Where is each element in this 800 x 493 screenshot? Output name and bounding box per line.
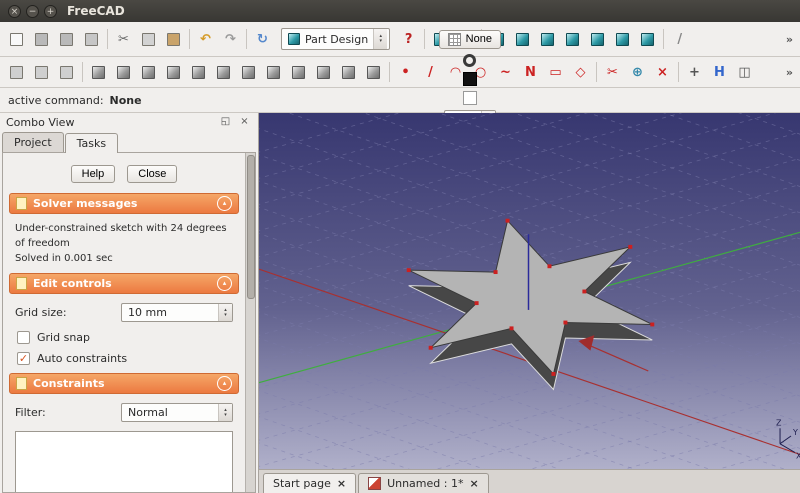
cut-icon[interactable]: ✂ — [111, 27, 136, 51]
edit-controls-header[interactable]: Edit controls ▴ — [9, 273, 239, 294]
grid-snap-checkbox[interactable] — [17, 331, 30, 344]
spinner-arrows-icon[interactable]: ▴▾ — [218, 304, 232, 321]
close-tab-icon[interactable]: × — [469, 477, 478, 490]
vertex-marker[interactable] — [628, 245, 632, 249]
save-document-icon[interactable] — [54, 27, 79, 51]
vertex-marker[interactable] — [510, 326, 514, 330]
fill-color-swatch[interactable] — [463, 91, 477, 105]
vertex-marker[interactable] — [650, 323, 654, 327]
toolbar-separator — [107, 29, 108, 49]
tab-project[interactable]: Project — [2, 132, 64, 152]
tab-tasks[interactable]: Tasks — [65, 133, 118, 153]
combo-view-panel: Combo View ◱ × Project Tasks Help Close … — [0, 113, 259, 493]
close-button[interactable]: Close — [127, 165, 177, 183]
spinner-arrows-icon[interactable]: ▴▾ — [218, 404, 232, 421]
active-command-label: active command: — [8, 94, 104, 107]
auto-constraints-checkbox[interactable]: ✓ — [17, 352, 30, 365]
filter-label: Filter: — [15, 406, 121, 419]
constraints-list[interactable] — [15, 431, 233, 493]
vertex-marker[interactable] — [506, 219, 510, 223]
toolbar-separator — [82, 62, 83, 82]
vertex-marker[interactable] — [407, 268, 411, 272]
collapse-section-icon[interactable]: ▴ — [217, 376, 232, 391]
grid-size-value: 10 mm — [128, 306, 218, 319]
map-sketch-icon[interactable] — [54, 60, 79, 84]
close-panel-icon[interactable]: × — [237, 115, 252, 130]
close-tab-icon[interactable]: × — [337, 477, 346, 490]
tab-unnamed-document[interactable]: Unnamed : 1* × — [358, 473, 489, 493]
axis-x-label: X — [796, 451, 800, 460]
tab-label: Unnamed : 1* — [387, 477, 463, 490]
axis-z-label: Z — [776, 418, 782, 427]
active-command-value: None — [110, 94, 142, 107]
freecad-window: ×−+ FreeCAD ✂↶↷↻ Part Design ▴▾ ?/ » •/◠… — [0, 0, 800, 493]
document-tab-bar: Start page × Unnamed : 1* × — [259, 469, 800, 493]
axis-indicator: Z X Y — [776, 418, 800, 460]
print-icon[interactable] — [79, 27, 104, 51]
tasks-panel-body: Help Close Solver messages ▴ Under-const… — [2, 152, 256, 493]
3d-viewport[interactable]: Z X Y — [259, 113, 800, 469]
axis-y-label: Y — [792, 428, 798, 437]
help-button[interactable]: Help — [71, 165, 116, 183]
open-document-icon[interactable] — [29, 27, 54, 51]
grid-icon — [448, 33, 461, 46]
edit-sketch-icon[interactable] — [29, 60, 54, 84]
combo-view-title: Combo View — [6, 116, 74, 129]
titlebar: ×−+ FreeCAD — [0, 0, 800, 22]
grid-size-combobox[interactable]: 10 mm ▴▾ — [121, 303, 233, 322]
pad-icon[interactable] — [86, 60, 111, 84]
grid-snap-label: Grid snap — [37, 331, 90, 344]
auto-constraints-label: Auto constraints — [37, 352, 127, 365]
task-section-icon — [16, 197, 27, 210]
sketcher-status-row: active command: None None 2px ▴▾ 0,20 ▴▾… — [0, 88, 800, 113]
panel-scrollbar[interactable] — [245, 153, 255, 492]
new-document-icon[interactable] — [4, 27, 29, 51]
maximize-window-button[interactable]: + — [44, 5, 57, 18]
tab-label: Start page — [273, 477, 331, 490]
axis-arrow-line — [590, 346, 648, 371]
minimize-window-button[interactable]: − — [26, 5, 39, 18]
render-style-icon[interactable] — [463, 54, 476, 67]
float-panel-icon[interactable]: ◱ — [218, 115, 233, 130]
tab-start-page[interactable]: Start page × — [263, 473, 356, 493]
vertex-marker[interactable] — [551, 372, 555, 376]
scrollbar-thumb[interactable] — [247, 155, 255, 299]
vertex-marker[interactable] — [547, 264, 551, 268]
solver-messages-header[interactable]: Solver messages ▴ — [9, 193, 239, 214]
vertex-marker[interactable] — [494, 270, 498, 274]
constraints-filter-value: Normal — [128, 406, 218, 419]
task-section-icon — [16, 277, 27, 290]
solver-message-text: Under-constrained sketch with 24 degrees… — [15, 221, 233, 266]
window-title: FreeCAD — [67, 4, 125, 18]
task-section-icon — [16, 377, 27, 390]
combo-view-tabs: Project Tasks — [0, 132, 258, 152]
pocket-icon[interactable] — [111, 60, 136, 84]
collapse-section-icon[interactable]: ▴ — [217, 196, 232, 211]
line-color-swatch[interactable] — [463, 72, 477, 86]
document-icon — [368, 477, 381, 490]
vertex-marker[interactable] — [429, 346, 433, 350]
constraints-filter-combobox[interactable]: Normal ▴▾ — [121, 403, 233, 422]
grid-none-button[interactable]: None — [439, 30, 501, 49]
constraints-header[interactable]: Constraints ▴ — [9, 373, 239, 394]
close-window-button[interactable]: × — [8, 5, 21, 18]
create-sketch-icon[interactable] — [4, 60, 29, 84]
vertex-marker[interactable] — [475, 301, 479, 305]
vertex-marker[interactable] — [582, 290, 586, 294]
grid-size-label: Grid size: — [15, 306, 121, 319]
collapse-section-icon[interactable]: ▴ — [217, 276, 232, 291]
vertex-marker[interactable] — [563, 321, 567, 325]
